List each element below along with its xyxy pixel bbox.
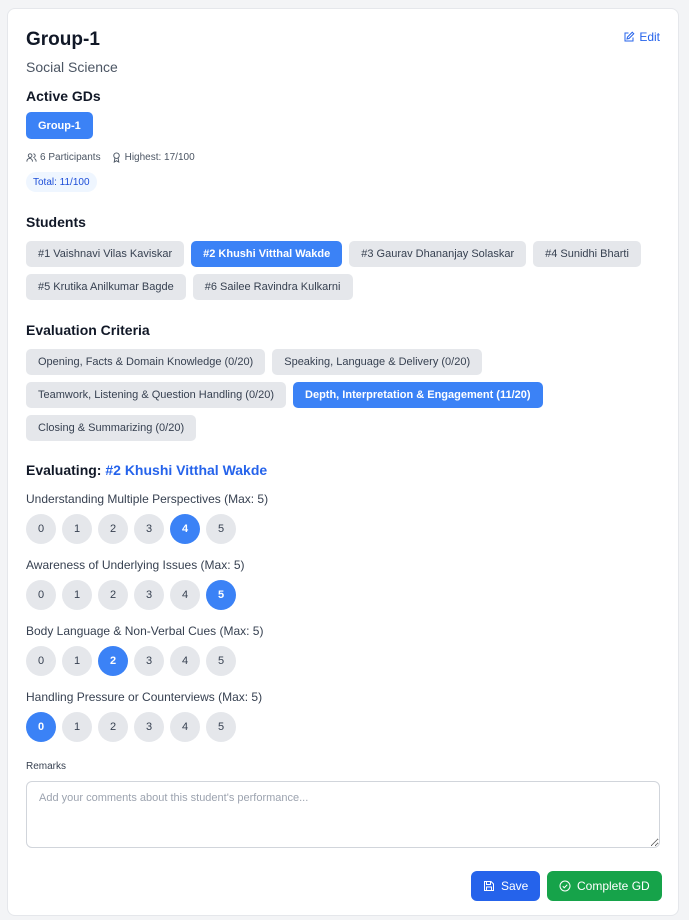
gd-evaluation-card: Group-1 Social Science Edit Active GDs G… — [7, 8, 679, 916]
remarks-label: Remarks — [26, 761, 67, 772]
evaluating-student: #2 Khushi Vitthal Wakde — [105, 462, 268, 478]
edit-icon — [624, 31, 635, 42]
score-option[interactable]: 0 — [26, 646, 56, 676]
student-chip[interactable]: #2 Khushi Vitthal Wakde — [191, 241, 343, 267]
students-row-1: #1 Vaishnavi Vilas Kaviskar #2 Khushi Vi… — [26, 241, 641, 267]
criteria-chip[interactable]: Depth, Interpretation & Engagement (11/2… — [293, 382, 543, 408]
score-option[interactable]: 3 — [134, 646, 164, 676]
criteria-chip[interactable]: Opening, Facts & Domain Knowledge (0/20) — [26, 349, 266, 375]
score-option[interactable]: 4 — [170, 514, 200, 544]
score-option[interactable]: 0 — [26, 712, 56, 742]
score-selector: 012345 — [26, 712, 236, 742]
evaluating-prefix: Evaluating: — [26, 462, 102, 478]
score-option[interactable]: 5 — [206, 514, 236, 544]
save-icon — [484, 881, 494, 891]
complete-gd-button[interactable]: Complete GD — [547, 871, 662, 901]
score-selector: 012345 — [26, 514, 236, 544]
participants-stat: 6 Participants — [26, 152, 101, 163]
question-label: Awareness of Underlying Issues (Max: 5) — [26, 558, 245, 572]
group-title: Group-1 — [26, 29, 100, 50]
score-option[interactable]: 2 — [98, 646, 128, 676]
student-chip[interactable]: #3 Gaurav Dhananjay Solaskar — [349, 241, 527, 267]
criteria-chip[interactable]: Speaking, Language & Delivery (0/20) — [272, 349, 483, 375]
highest-stat: Highest: 17/100 — [111, 152, 195, 163]
score-selector: 012345 — [26, 646, 236, 676]
score-option[interactable]: 5 — [206, 712, 236, 742]
award-icon — [112, 152, 120, 163]
score-selector: 012345 — [26, 580, 236, 610]
score-option[interactable]: 1 — [62, 514, 92, 544]
score-option[interactable]: 2 — [98, 580, 128, 610]
score-option[interactable]: 2 — [98, 514, 128, 544]
student-chip[interactable]: #4 Sunidhi Bharti — [533, 241, 641, 267]
student-chip[interactable]: #5 Krutika Anilkumar Bagde — [26, 274, 186, 300]
remarks-input[interactable] — [26, 781, 660, 848]
criteria-chip[interactable]: Teamwork, Listening & Question Handling … — [26, 382, 287, 408]
score-option[interactable]: 0 — [26, 580, 56, 610]
score-option[interactable]: 5 — [206, 580, 236, 610]
score-option[interactable]: 1 — [62, 646, 92, 676]
group-subject: Social Science — [26, 59, 118, 75]
student-chip[interactable]: #1 Vaishnavi Vilas Kaviskar — [26, 241, 185, 267]
edit-button[interactable]: Edit — [623, 30, 660, 44]
criteria-row-1: Opening, Facts & Domain Knowledge (0/20)… — [26, 349, 483, 375]
gd-meta: 6 Participants Highest: 17/100 — [26, 152, 195, 163]
criteria-row-3: Closing & Summarizing (0/20) — [26, 415, 197, 441]
students-heading: Students — [26, 214, 86, 230]
score-option[interactable]: 2 — [98, 712, 128, 742]
students-row-2: #5 Krutika Anilkumar Bagde #6 Sailee Rav… — [26, 274, 353, 300]
active-gds-heading: Active GDs — [26, 88, 101, 104]
criteria-row-2: Teamwork, Listening & Question Handling … — [26, 382, 543, 408]
question-label: Understanding Multiple Perspectives (Max… — [26, 492, 269, 506]
edit-label: Edit — [639, 30, 660, 44]
score-option[interactable]: 5 — [206, 646, 236, 676]
score-option[interactable]: 0 — [26, 514, 56, 544]
save-button[interactable]: Save — [471, 871, 541, 901]
score-option[interactable]: 4 — [170, 580, 200, 610]
question-label: Handling Pressure or Counterviews (Max: … — [26, 690, 263, 704]
score-option[interactable]: 3 — [134, 712, 164, 742]
score-option[interactable]: 3 — [134, 514, 164, 544]
highest-score: Highest: 17/100 — [124, 152, 195, 163]
criteria-chip[interactable]: Closing & Summarizing (0/20) — [26, 415, 197, 441]
evaluating-heading: Evaluating: #2 Khushi Vitthal Wakde — [26, 462, 267, 478]
users-icon — [26, 153, 37, 162]
participants-count: 6 Participants — [40, 152, 101, 163]
save-label: Save — [501, 879, 529, 893]
score-option[interactable]: 4 — [170, 712, 200, 742]
score-option[interactable]: 1 — [62, 580, 92, 610]
student-chip[interactable]: #6 Sailee Ravindra Kulkarni — [192, 274, 353, 300]
score-option[interactable]: 1 — [62, 712, 92, 742]
check-circle-icon — [559, 880, 571, 892]
question-label: Body Language & Non-Verbal Cues (Max: 5) — [26, 624, 264, 638]
total-badge: Total: 11/100 — [26, 172, 97, 192]
criteria-heading: Evaluation Criteria — [26, 322, 150, 338]
score-option[interactable]: 4 — [170, 646, 200, 676]
score-option[interactable]: 3 — [134, 580, 164, 610]
active-gd-button[interactable]: Group-1 — [26, 112, 93, 139]
complete-label: Complete GD — [577, 879, 650, 893]
